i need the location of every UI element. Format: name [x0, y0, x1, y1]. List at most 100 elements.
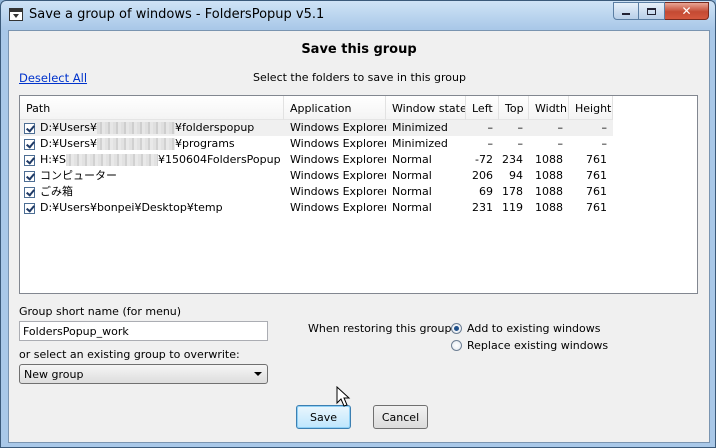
maximize-button[interactable]: [639, 2, 665, 20]
state-cell: Minimized: [386, 120, 466, 136]
path-prefix: H:¥S: [40, 153, 66, 166]
dialog-client-area: Save this group Deselect All Select the …: [8, 30, 710, 443]
maximize-icon: [647, 7, 656, 15]
column-header-width[interactable]: Width: [529, 96, 569, 120]
path-prefix: D:¥Users¥: [40, 137, 97, 150]
state-cell: Normal: [392, 169, 432, 182]
path-cell: ごみ箱: [20, 184, 284, 200]
width-cell: –: [557, 137, 564, 150]
path-text: D:¥Users¥bonpei¥Desktop¥temp: [40, 201, 223, 214]
height-cell: 761: [586, 153, 607, 166]
folders-list[interactable]: Path Application Window state Left Top W…: [19, 95, 698, 294]
state-cell: Normal: [392, 185, 432, 198]
restore-label: When restoring this group:: [308, 322, 456, 335]
column-header-top[interactable]: Top: [499, 96, 529, 120]
column-header-path[interactable]: Path: [20, 96, 284, 120]
deselect-all-link[interactable]: Deselect All: [19, 71, 87, 85]
path-text: コンピューター: [40, 169, 117, 182]
table-row[interactable]: D:¥Users¥bonpei¥Desktop¥temp Windows Exp…: [20, 200, 613, 216]
row-checkbox[interactable]: [24, 122, 35, 134]
row-checkbox[interactable]: [24, 138, 35, 150]
window-title: Save a group of windows - FoldersPopup v…: [29, 7, 325, 22]
column-header-window-state[interactable]: Window state: [386, 96, 466, 120]
group-name-input[interactable]: FoldersPopup_work: [19, 321, 268, 341]
height-cell: 761: [586, 185, 607, 198]
width-cell: 1088: [535, 201, 563, 214]
radio-replace-existing[interactable]: [451, 340, 462, 351]
cancel-button[interactable]: Cancel: [373, 405, 428, 429]
minimize-icon: [622, 13, 630, 15]
row-checkbox[interactable]: [24, 186, 35, 198]
app-window-icon: [9, 8, 23, 21]
state-cell: Minimized: [392, 137, 448, 150]
application-cell: Windows Explorer: [290, 169, 386, 182]
application-cell: Windows Explorer: [290, 153, 386, 166]
left-cell: 206: [472, 169, 493, 182]
left-cell: -72: [475, 153, 493, 166]
existing-group-select[interactable]: New group: [19, 364, 268, 384]
radio-add-existing[interactable]: [451, 323, 462, 334]
table-row[interactable]: D:¥Users¥ ¥programs Windows Explorer Mini…: [20, 136, 613, 152]
top-cell: 234: [502, 153, 523, 166]
width-cell: 1088: [535, 185, 563, 198]
height-cell: 761: [586, 201, 607, 214]
instruction-text: Select the folders to save in this group: [253, 71, 466, 84]
table-row[interactable]: コンピューター Windows Explorer Normal 206 94 1…: [20, 168, 613, 184]
group-name-label: Group short name (for menu): [19, 305, 182, 318]
application-cell: Windows Explorer: [284, 120, 386, 136]
dialog-window: Save a group of windows - FoldersPopup v…: [0, 0, 716, 448]
row-checkbox[interactable]: [24, 202, 35, 214]
path-prefix: D:¥Users¥: [40, 121, 97, 134]
redacted-path-segment: [65, 154, 158, 166]
path-cell: D:¥Users¥bonpei¥Desktop¥temp: [20, 200, 284, 216]
top-cell: 94: [509, 169, 523, 182]
row-checkbox[interactable]: [24, 170, 35, 182]
close-button[interactable]: ✕: [665, 2, 709, 20]
page-title: Save this group: [301, 42, 417, 57]
row-checkbox[interactable]: [24, 154, 35, 166]
path-cell: コンピューター: [20, 168, 284, 184]
width-cell: 1088: [535, 153, 563, 166]
application-cell: Windows Explorer: [290, 201, 386, 214]
overwrite-label: or select an existing group to overwrite…: [19, 348, 240, 361]
top-cell: –: [517, 137, 524, 150]
redacted-path-segment: [96, 122, 175, 134]
radio-add-existing-label: Add to existing windows: [467, 322, 601, 335]
mouse-cursor-icon: [336, 386, 351, 407]
column-header-left[interactable]: Left: [466, 96, 499, 120]
restore-option-add[interactable]: Add to existing windows: [451, 322, 601, 335]
restore-option-replace[interactable]: Replace existing windows: [451, 339, 608, 352]
state-cell: Normal: [392, 201, 432, 214]
existing-group-selected: New group: [24, 368, 84, 381]
table-row[interactable]: D:¥Users¥ ¥folderspopup Windows Explorer …: [20, 120, 613, 136]
path-text: ごみ箱: [40, 185, 73, 198]
chevron-down-icon: [254, 372, 262, 376]
application-cell: Windows Explorer: [290, 185, 386, 198]
top-cell: –: [499, 120, 529, 136]
save-button[interactable]: Save: [296, 405, 351, 429]
left-cell: –: [466, 120, 499, 136]
table-row[interactable]: ごみ箱 Windows Explorer Normal 69 178 1088 …: [20, 184, 613, 200]
width-cell: –: [529, 120, 569, 136]
radio-replace-existing-label: Replace existing windows: [467, 339, 609, 352]
state-cell: Normal: [392, 153, 432, 166]
application-cell: Windows Explorer: [290, 137, 386, 150]
column-header-height[interactable]: Height: [569, 96, 613, 120]
title-bar[interactable]: Save a group of windows - FoldersPopup v…: [1, 1, 715, 29]
path-cell: D:¥Users¥ ¥folderspopup: [20, 120, 284, 136]
path-cell: D:¥Users¥ ¥programs: [20, 136, 284, 152]
left-cell: 231: [472, 201, 493, 214]
left-cell: –: [487, 137, 494, 150]
path-cell: H:¥S ¥150604FoldersPopup: [20, 152, 284, 168]
path-suffix: ¥folderspopup: [174, 121, 255, 134]
minimize-button[interactable]: [613, 2, 639, 20]
height-cell: 761: [586, 169, 607, 182]
top-cell: 178: [502, 185, 523, 198]
path-suffix: ¥150604FoldersPopup: [157, 153, 281, 166]
height-cell: –: [569, 120, 613, 136]
list-header: Path Application Window state Left Top W…: [20, 96, 613, 120]
table-row[interactable]: H:¥S ¥150604FoldersPopup Windows Explorer…: [20, 152, 613, 168]
column-header-application[interactable]: Application: [284, 96, 386, 120]
close-icon: ✕: [681, 4, 692, 18]
list-rows: D:¥Users¥ ¥folderspopup Windows Explorer …: [20, 120, 613, 216]
